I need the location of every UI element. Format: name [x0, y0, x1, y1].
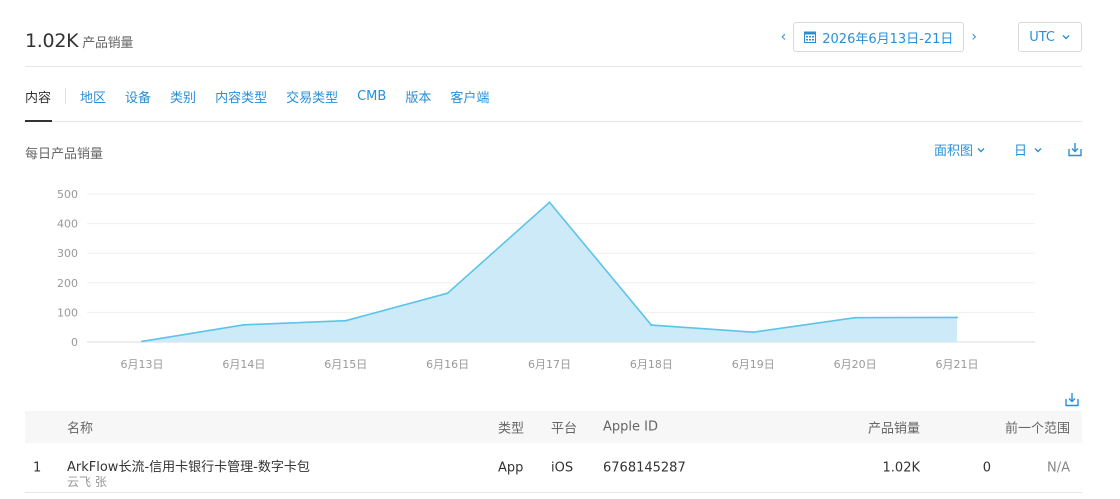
data-point — [854, 316, 857, 319]
column-header-name[interactable]: 名称 — [67, 418, 93, 437]
total-value: 1.02K — [25, 30, 79, 52]
table-header: 名称 类型 平台 Apple ID 产品销量 前一个范围 — [25, 411, 1082, 443]
tab-cmb[interactable]: CMB — [357, 89, 386, 104]
x-tick-label: 6月18日 — [630, 358, 673, 371]
header-divider — [25, 66, 1082, 67]
data-point — [956, 316, 958, 319]
app-platform: iOS — [551, 460, 574, 475]
data-point — [141, 340, 143, 343]
x-tick-label: 6月19日 — [732, 358, 775, 371]
download-icon[interactable] — [1068, 142, 1082, 157]
date-range-picker[interactable]: 2026年6月13日-21日 — [793, 22, 965, 52]
column-header-apple-id[interactable]: Apple ID — [603, 420, 658, 435]
y-tick-label: 300 — [57, 247, 78, 260]
chevron-down-icon — [977, 147, 985, 152]
chart-controls: 面积图 日 — [934, 140, 1082, 159]
x-tick-label: 6月20日 — [834, 358, 877, 371]
x-tick-label: 6月16日 — [426, 358, 469, 371]
app-units: 1.02K — [882, 460, 920, 475]
active-tab-indicator — [25, 120, 52, 122]
products-table: 名称 类型 平台 Apple ID 产品销量 前一个范围 1 ArkFlow长流… — [25, 411, 1082, 493]
y-tick-label: 100 — [57, 306, 78, 319]
row-index: 1 — [33, 460, 42, 475]
y-tick-label: 400 — [57, 218, 78, 231]
app-change: N/A — [1047, 460, 1070, 475]
developer-name: 云飞 张 — [67, 475, 107, 489]
period-label: 日 — [1013, 144, 1027, 159]
tab-version[interactable]: 版本 — [405, 87, 431, 106]
tab-device[interactable]: 设备 — [125, 87, 151, 106]
data-point — [242, 323, 245, 326]
chevron-left-icon[interactable]: ‹ — [774, 29, 794, 45]
data-point — [548, 201, 551, 204]
tab-region[interactable]: 地区 — [80, 87, 106, 106]
calendar-icon — [804, 31, 817, 43]
area-chart: 0 100 200 300 400 500 6月13日 6月14日 6月15日 6月16日 6月17… — [57, 188, 1035, 371]
app-previous-units: 0 — [982, 460, 991, 475]
app-apple-id: 6768145287 — [603, 460, 686, 475]
data-point — [446, 292, 449, 295]
tab-category[interactable]: 类别 — [170, 87, 196, 106]
data-point — [752, 331, 755, 334]
chevron-down-icon — [1062, 35, 1070, 40]
column-header-type[interactable]: 类型 — [498, 418, 524, 437]
x-tick-label: 6月13日 — [121, 358, 164, 371]
total-label: 产品销量 — [82, 36, 134, 51]
date-range-control: ‹ 2026年6月13日-21日 › — [774, 22, 984, 52]
x-tick-label: 6月17日 — [528, 358, 571, 371]
period-dropdown[interactable]: 日 — [1014, 140, 1044, 159]
chevron-right-icon[interactable]: › — [964, 29, 984, 45]
chart-title: 每日产品销量 — [25, 147, 104, 162]
y-tick-label: 0 — [71, 336, 78, 349]
timezone-select[interactable]: UTC — [1018, 22, 1082, 52]
x-tick-label: 6月14日 — [222, 358, 265, 371]
total-units: 1.02K 产品销量 — [25, 30, 133, 52]
date-range-text: 2026年6月13日-21日 — [822, 31, 954, 47]
column-header-previous[interactable]: 前一个范围 — [1005, 418, 1070, 437]
tab-content[interactable]: 内容 — [25, 87, 51, 106]
tab-transaction-type[interactable]: 交易类型 — [286, 87, 338, 106]
column-header-platform[interactable]: 平台 — [551, 418, 577, 437]
data-point — [650, 324, 653, 327]
x-tick-label: 6月15日 — [324, 358, 367, 371]
column-header-units[interactable]: 产品销量 — [868, 418, 920, 437]
y-tick-label: 500 — [57, 188, 78, 201]
chevron-down-icon — [1034, 147, 1042, 152]
tabs-divider — [25, 121, 1082, 122]
timezone-value: UTC — [1029, 29, 1055, 45]
table-row[interactable]: 1 ArkFlow长流-信用卡银行卡管理-数字卡包 云飞 张 App iOS 6… — [25, 443, 1082, 493]
tab-content-type[interactable]: 内容类型 — [215, 87, 267, 106]
tab-separator — [65, 88, 67, 104]
summary-header: 1.02K 产品销量 ‹ 2026年6月13日-21日 › UTC — [25, 22, 1082, 66]
dimension-tabs: 内容 地区 设备 类别 内容类型 交易类型 CMB 版本 客户端 — [25, 86, 508, 106]
data-point — [344, 319, 347, 322]
download-icon[interactable] — [1065, 392, 1079, 407]
x-tick-label: 6月21日 — [936, 358, 979, 371]
app-type: App — [498, 460, 524, 475]
y-tick-label: 200 — [57, 277, 78, 290]
chart-type-label: 面积图 — [933, 144, 973, 159]
chart-type-dropdown[interactable]: 面积图 — [934, 140, 986, 159]
tab-client[interactable]: 客户端 — [450, 87, 489, 106]
